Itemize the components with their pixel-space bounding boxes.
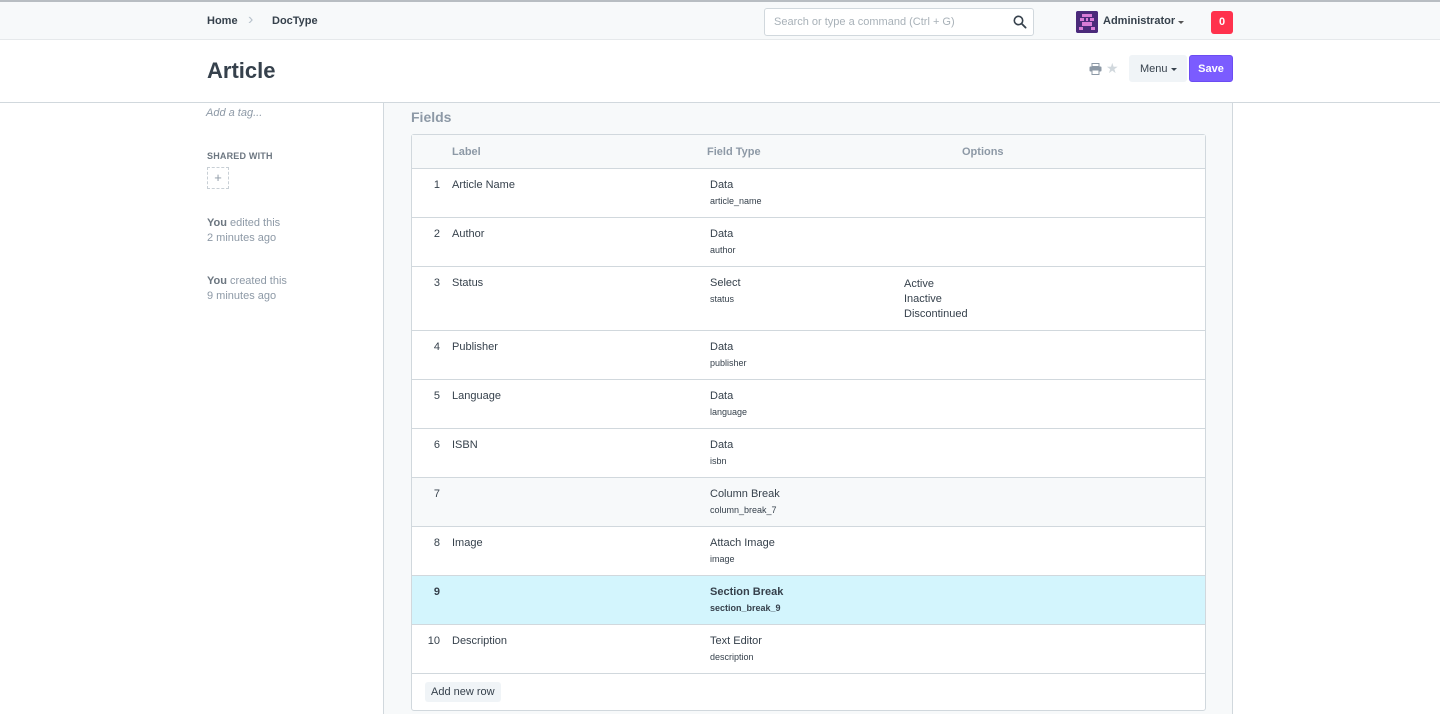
avatar-image [1076,11,1098,33]
star-icon[interactable]: ★ [1106,60,1119,77]
row-label: Status [452,277,484,289]
row-field-name: column_break_7 [710,505,777,515]
user-menu-name[interactable]: Administrator [1103,15,1175,27]
print-icon[interactable] [1089,63,1102,75]
row-label: Author [452,228,485,240]
row-index: 10 [427,635,440,647]
row-field-name: image [710,554,735,564]
row-field-type: Data [710,228,734,240]
row-field-type: Data [710,390,734,402]
row-index: 7 [433,488,440,500]
caret-down-icon [1171,68,1177,71]
row-index: 2 [433,228,440,240]
table-row[interactable]: 4 Publisher Data publisher [412,331,1205,380]
row-field-name: publisher [710,358,747,368]
activity-item: You created this 9 minutes ago [207,274,287,304]
breadcrumb-home[interactable]: Home [207,15,238,27]
search-box [764,8,1034,36]
activity-time: 2 minutes ago [207,232,277,244]
option-value: Inactive [904,293,942,305]
save-button[interactable]: Save [1189,55,1233,82]
row-field-type: Text Editor [710,635,762,647]
row-label: Article Name [452,179,515,191]
grid-footer: Add new row [412,674,1205,710]
row-options: Active Inactive Discontinued [904,277,968,322]
activity-action: edited this [230,217,281,229]
row-label: ISBN [452,439,478,451]
table-row[interactable]: 2 Author Data author [412,218,1205,267]
row-label: Publisher [452,341,498,353]
row-field-name: isbn [710,456,727,466]
row-index: 5 [433,390,440,402]
page-title: Article [207,58,276,83]
activity-time: 9 minutes ago [207,290,277,302]
row-index: 4 [433,341,440,353]
notification-badge[interactable]: 0 [1211,11,1233,34]
row-field-type: Column Break [710,488,780,500]
row-field-name: article_name [710,196,762,206]
row-label: Language [452,390,501,402]
row-index: 6 [433,439,440,451]
option-value: Active [904,278,934,290]
row-field-type: Data [710,179,734,191]
row-index: 3 [433,277,440,289]
column-header-options: Options [962,146,1004,158]
activity-user[interactable]: You [207,275,227,287]
navbar: Home › DocType Administrator 0 [0,0,1440,40]
page-head: Article ★ Menu Save [0,40,1440,103]
row-field-type: Data [710,439,734,451]
shared-with-heading: SHARED WITH [207,151,273,161]
menu-button[interactable]: Menu [1129,55,1187,82]
row-field-name: description [710,652,754,662]
table-row[interactable]: 6 ISBN Data isbn [412,429,1205,478]
row-index: 1 [433,179,440,191]
share-add-button[interactable]: + [207,167,229,189]
section-title-fields: Fields [411,109,452,125]
form-layout: Fields Label Field Type Options 1 Articl… [383,103,1233,714]
row-label: Image [452,537,483,549]
table-row[interactable]: 7 Column Break column_break_7 [412,478,1205,527]
fields-grid: Label Field Type Options 1 Article Name … [411,134,1206,711]
row-field-type: Select [710,277,741,289]
table-row[interactable]: 10 Description Text Editor description [412,625,1205,674]
breadcrumb-separator-icon: › [248,11,254,28]
row-field-name: status [710,294,735,304]
add-tag-link[interactable]: Add a tag... [206,107,262,119]
table-row[interactable]: 8 Image Attach Image image [412,527,1205,576]
table-row[interactable]: 3 Status Select status Active Inactive D… [412,267,1205,331]
table-row[interactable]: 1 Article Name Data article_name [412,169,1205,218]
column-header-label: Label [452,146,481,158]
row-index: 8 [433,537,440,549]
option-value: Discontinued [904,308,968,320]
row-index: 9 [433,586,440,598]
row-field-name: language [710,407,748,417]
activity-action: created this [230,275,287,287]
chevron-down-icon[interactable] [1178,21,1184,24]
menu-button-label: Menu [1140,62,1168,75]
add-new-row-button[interactable]: Add new row [425,682,501,702]
activity-item: You edited this 2 minutes ago [207,216,280,246]
search-input[interactable] [765,9,1005,35]
column-header-field-type: Field Type [707,146,761,158]
table-row[interactable]: 5 Language Data language [412,380,1205,429]
breadcrumb-doctype[interactable]: DocType [272,15,318,27]
table-row-highlighted[interactable]: 9 Section Break section_break_9 [412,576,1205,625]
row-field-name: section_break_9 [710,603,781,613]
search-icon[interactable] [1013,15,1027,29]
row-field-name: author [710,245,736,255]
row-label: Description [452,635,508,647]
row-field-type: Section Break [710,586,784,598]
row-field-type: Data [710,341,734,353]
row-field-type: Attach Image [710,537,775,549]
grid-header: Label Field Type Options [412,135,1205,169]
activity-user[interactable]: You [207,217,227,229]
avatar[interactable] [1076,11,1098,33]
